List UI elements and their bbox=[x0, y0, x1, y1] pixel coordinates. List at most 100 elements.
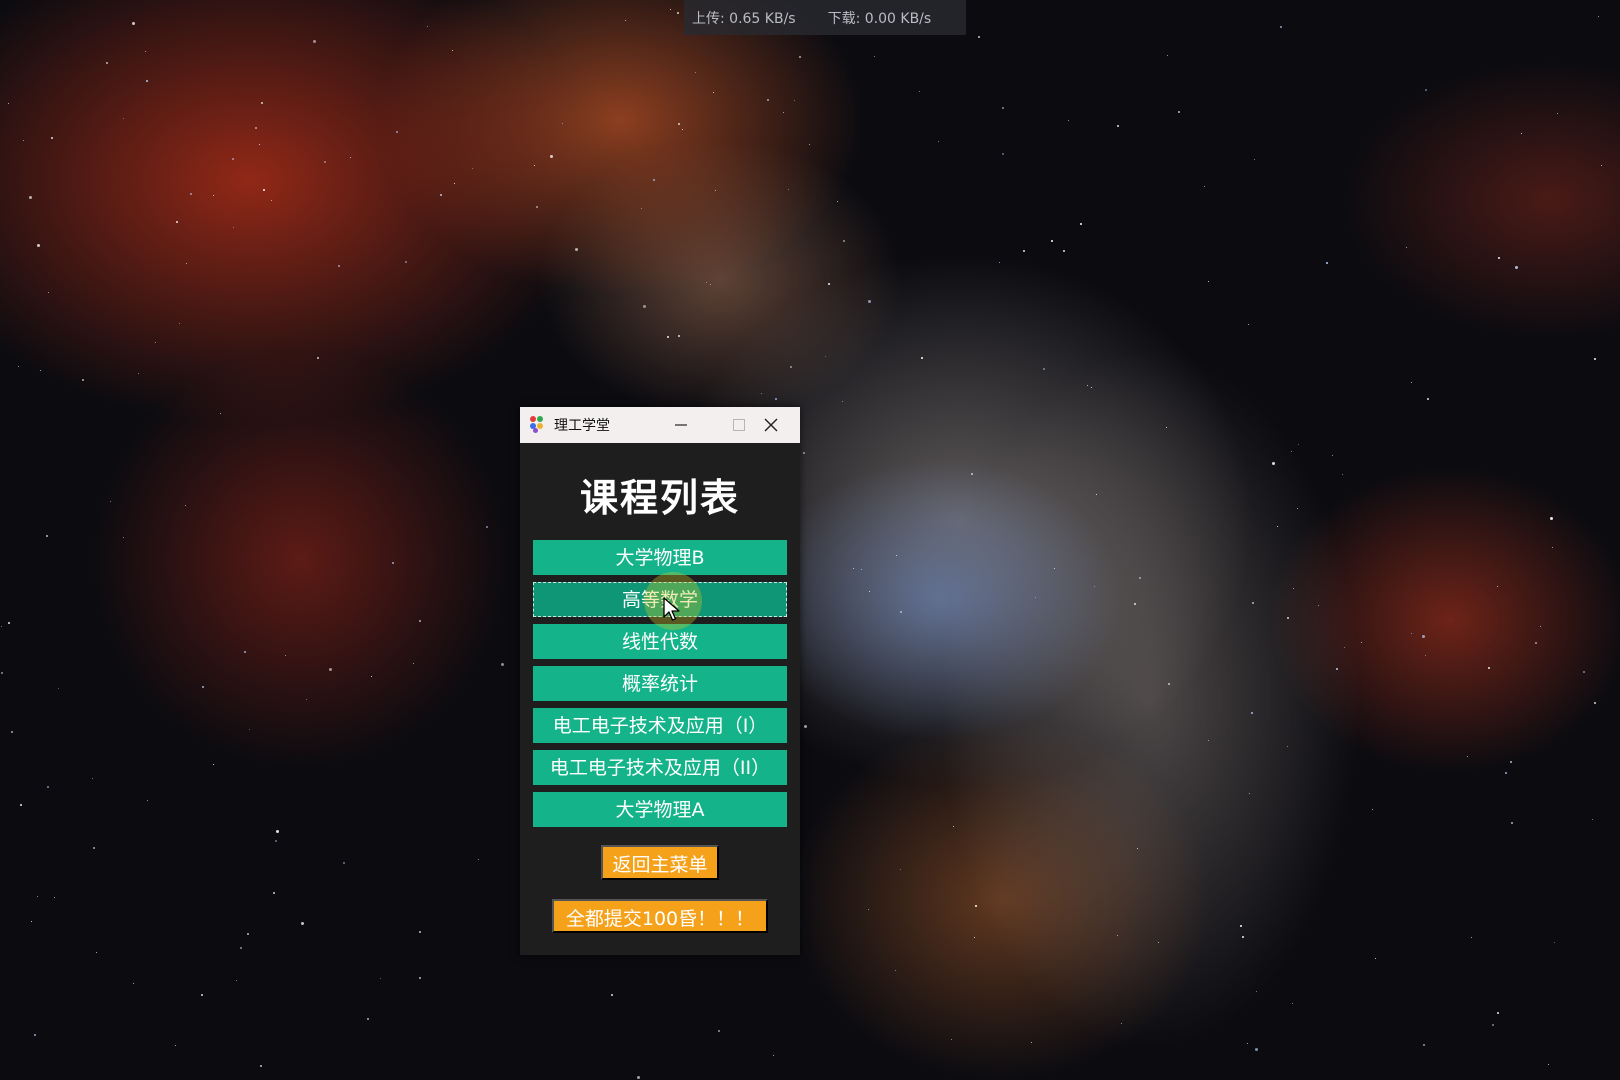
star bbox=[562, 123, 563, 124]
star bbox=[625, 20, 626, 21]
star bbox=[202, 686, 204, 688]
star bbox=[306, 699, 307, 700]
star bbox=[392, 562, 394, 564]
star bbox=[1598, 16, 1599, 17]
star bbox=[147, 800, 148, 801]
star bbox=[974, 937, 975, 938]
star bbox=[1, 626, 2, 627]
star bbox=[1583, 671, 1585, 673]
star bbox=[999, 262, 1000, 263]
star bbox=[1592, 819, 1593, 820]
star bbox=[874, 56, 875, 57]
star bbox=[1204, 186, 1205, 187]
star bbox=[132, 22, 135, 25]
title-bar[interactable]: 理工学堂 bbox=[520, 407, 800, 443]
course-button-linear-algebra[interactable]: 线性代数 bbox=[533, 624, 787, 659]
star bbox=[501, 663, 504, 666]
star bbox=[301, 922, 304, 925]
close-button[interactable] bbox=[742, 407, 800, 443]
star bbox=[1121, 1023, 1122, 1024]
star bbox=[324, 161, 326, 163]
star bbox=[380, 978, 381, 979]
desktop-wallpaper bbox=[0, 0, 1620, 1080]
course-button-electrical-electronics-2[interactable]: 电工电子技术及应用（II） bbox=[533, 750, 787, 785]
star bbox=[718, 1030, 720, 1032]
course-button-probability-statistics[interactable]: 概率统计 bbox=[533, 666, 787, 701]
minimize-button[interactable] bbox=[652, 407, 710, 443]
star bbox=[783, 112, 784, 113]
star bbox=[1497, 586, 1498, 587]
page-title: 课程列表 bbox=[579, 476, 740, 520]
star bbox=[1515, 266, 1518, 269]
minimize-icon bbox=[675, 424, 687, 426]
star bbox=[1293, 588, 1294, 589]
star bbox=[1298, 444, 1299, 445]
star bbox=[809, 144, 810, 145]
star bbox=[550, 155, 553, 158]
star bbox=[54, 897, 55, 898]
star bbox=[1094, 586, 1095, 587]
star bbox=[1242, 936, 1244, 938]
star bbox=[868, 300, 871, 303]
star bbox=[371, 676, 372, 677]
star bbox=[427, 26, 428, 27]
star bbox=[110, 501, 111, 502]
star bbox=[710, 284, 711, 285]
star bbox=[895, 970, 896, 971]
star bbox=[1254, 159, 1255, 160]
star bbox=[1166, 427, 1167, 428]
star bbox=[643, 305, 646, 308]
star bbox=[641, 208, 642, 209]
star bbox=[1425, 655, 1426, 656]
star bbox=[828, 283, 830, 285]
star bbox=[715, 190, 716, 191]
star bbox=[185, 505, 186, 506]
network-speed-widget: 上传: 0.65 KB/s 下载: 0.00 KB/s bbox=[684, 0, 966, 35]
star bbox=[900, 869, 901, 870]
star bbox=[276, 830, 279, 833]
star bbox=[1272, 462, 1275, 465]
star bbox=[1023, 250, 1025, 252]
star bbox=[179, 323, 180, 324]
star bbox=[96, 952, 97, 953]
star bbox=[275, 840, 277, 842]
star bbox=[1167, 55, 1168, 56]
star bbox=[678, 123, 680, 125]
star bbox=[1255, 1048, 1258, 1051]
star bbox=[1031, 1042, 1032, 1043]
star bbox=[29, 196, 32, 199]
course-button-electrical-electronics-1[interactable]: 电工电子技术及应用（I） bbox=[533, 708, 787, 743]
star bbox=[1406, 247, 1407, 248]
star bbox=[775, 398, 777, 400]
submit-all-button[interactable]: 全都提交100昏！！！ bbox=[552, 899, 768, 933]
course-button-physics-b[interactable]: 大学物理B bbox=[533, 540, 787, 575]
star bbox=[951, 1039, 952, 1040]
star bbox=[678, 335, 680, 337]
star bbox=[869, 591, 870, 592]
star bbox=[825, 356, 826, 357]
star bbox=[1471, 937, 1472, 938]
star bbox=[1492, 1024, 1494, 1026]
back-to-main-menu-button[interactable]: 返回主菜单 bbox=[601, 845, 719, 880]
star bbox=[1318, 605, 1319, 606]
star bbox=[637, 1076, 640, 1079]
star bbox=[837, 201, 838, 202]
course-button-physics-a[interactable]: 大学物理A bbox=[533, 792, 787, 827]
star bbox=[575, 248, 578, 251]
star bbox=[1594, 358, 1596, 360]
star bbox=[1342, 474, 1343, 475]
star bbox=[1427, 398, 1429, 400]
star bbox=[190, 193, 192, 195]
star bbox=[861, 569, 862, 570]
star bbox=[799, 56, 801, 58]
star bbox=[667, 336, 669, 338]
star bbox=[259, 144, 260, 145]
star bbox=[220, 413, 221, 414]
star bbox=[338, 265, 340, 267]
star bbox=[18, 366, 19, 367]
star bbox=[1411, 382, 1412, 383]
star bbox=[367, 1018, 369, 1020]
star bbox=[843, 240, 845, 242]
star bbox=[329, 668, 332, 671]
star bbox=[1497, 1012, 1499, 1014]
